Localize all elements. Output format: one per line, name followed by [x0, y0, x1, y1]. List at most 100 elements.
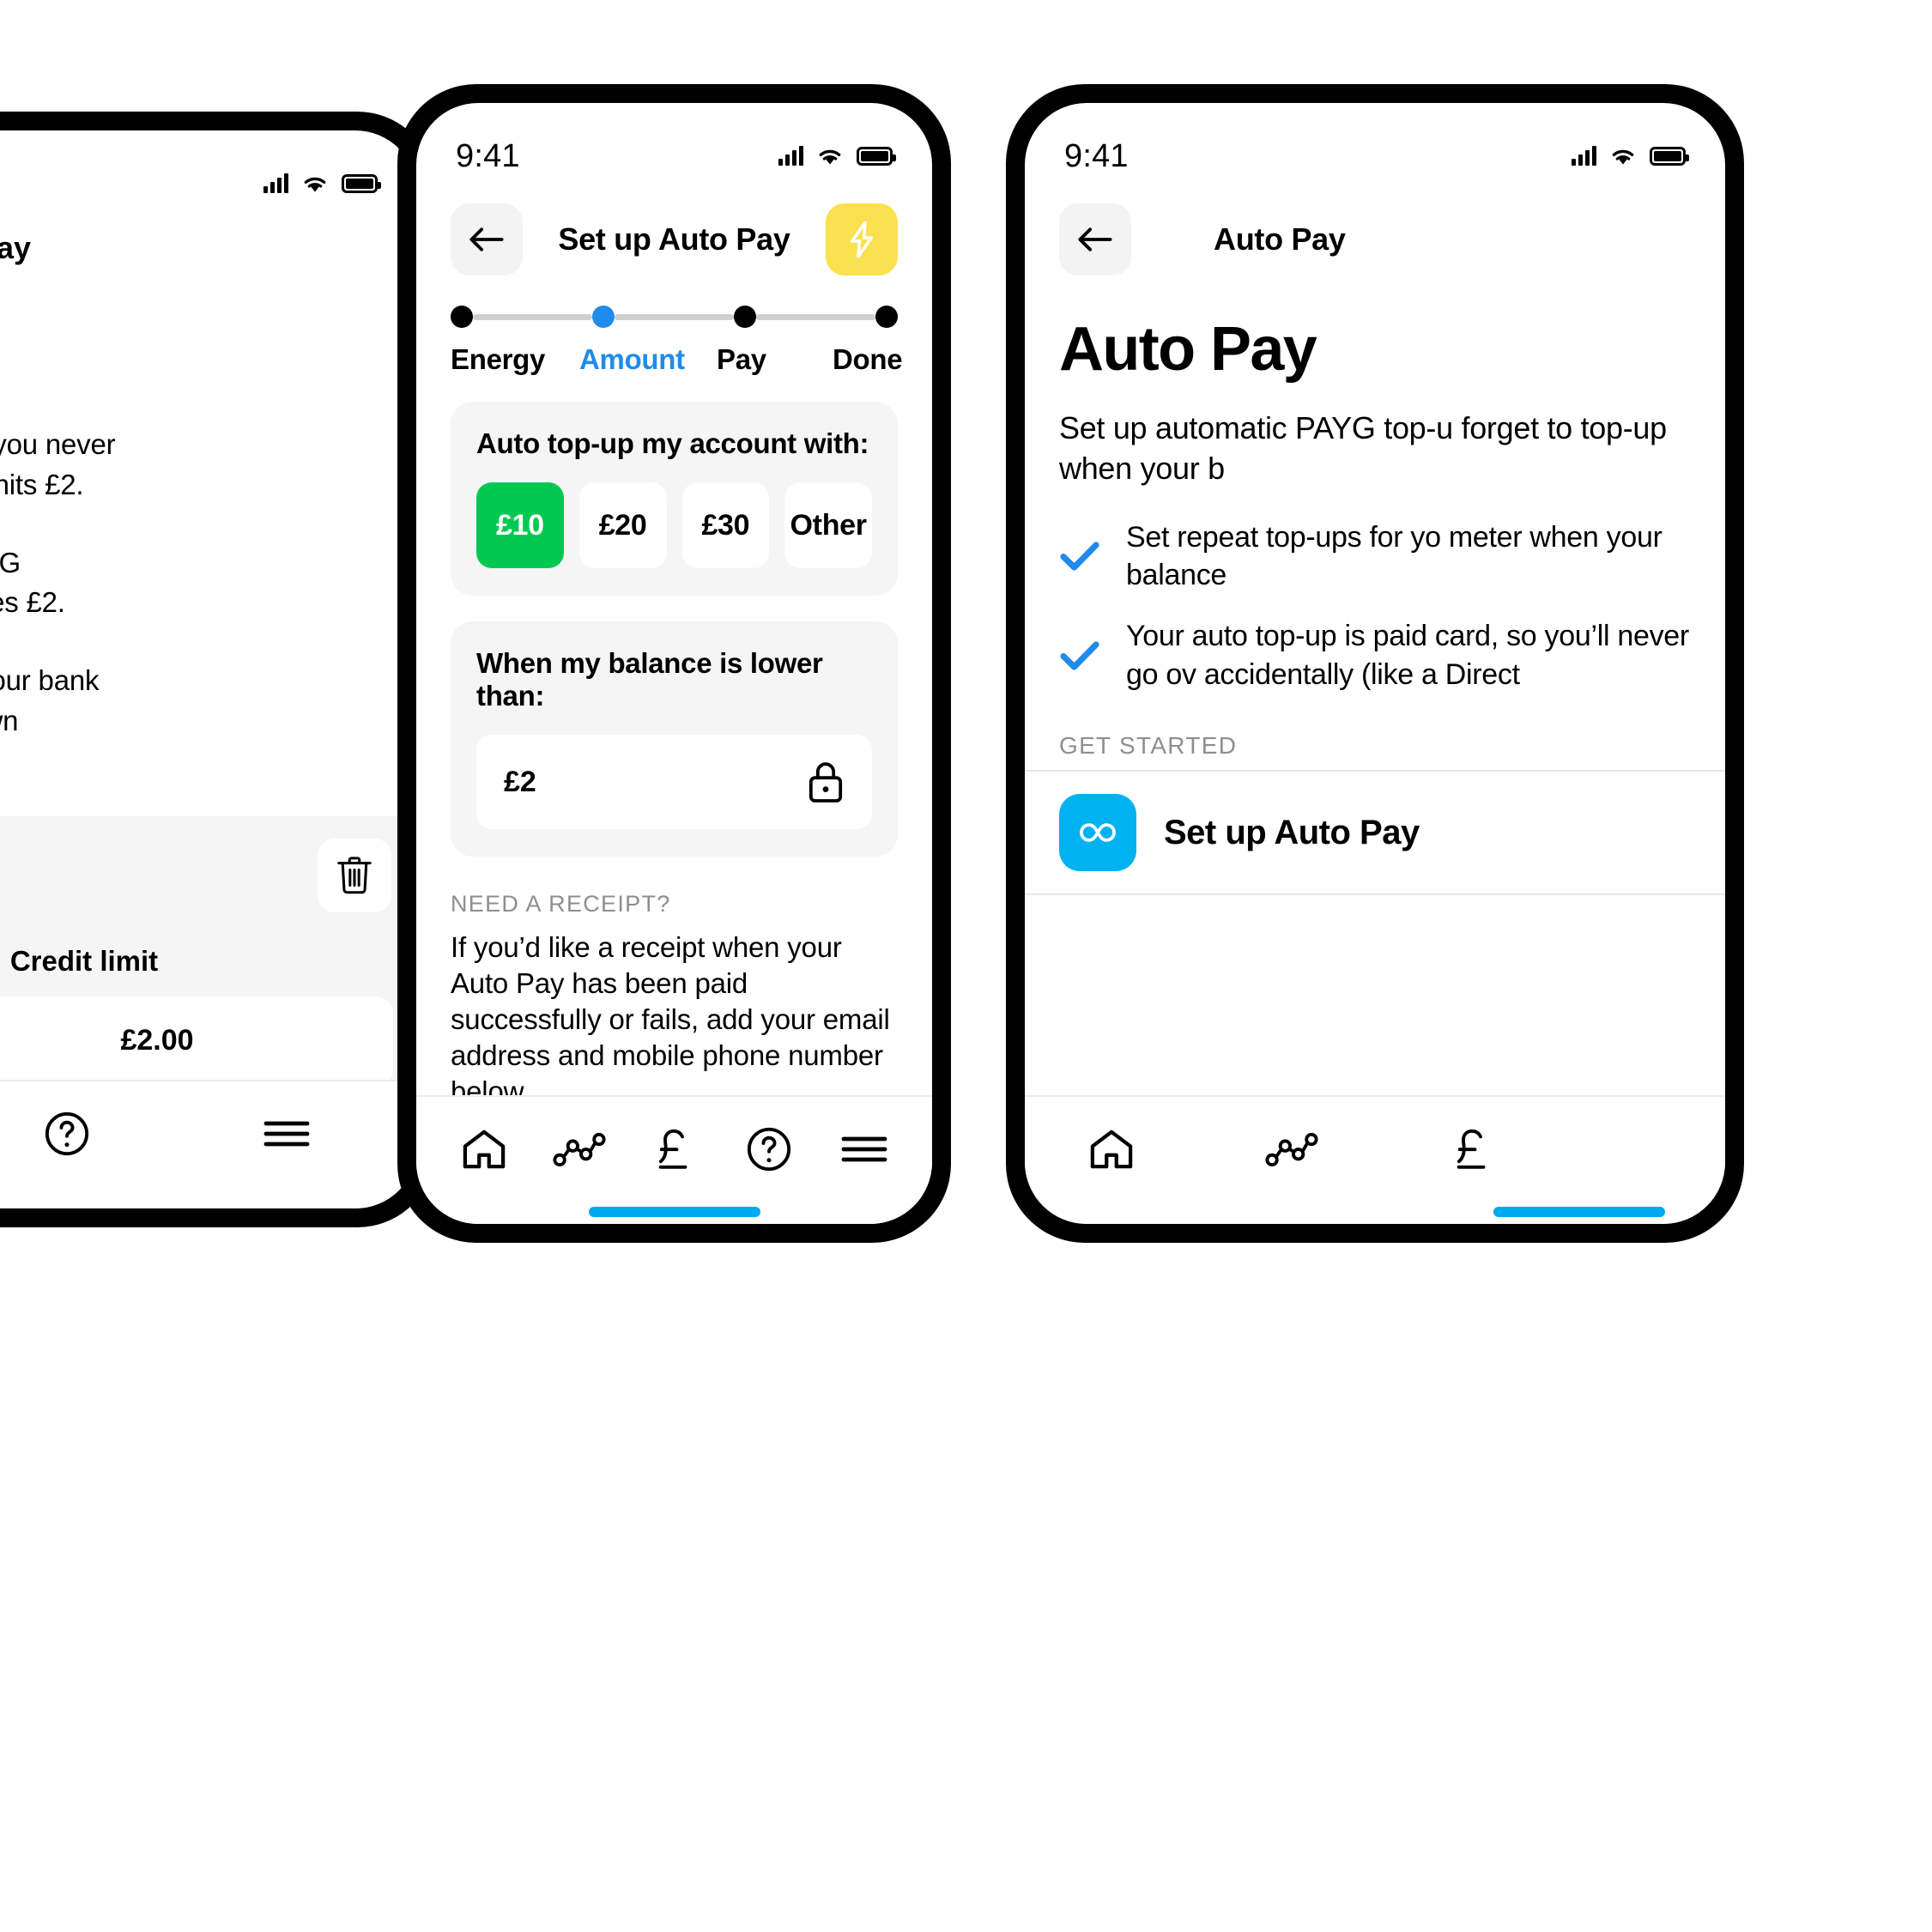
- lock-icon: [807, 760, 845, 804]
- tab-home[interactable]: [445, 1111, 523, 1188]
- tab-menu[interactable]: [248, 1095, 325, 1172]
- tab-help[interactable]: [28, 1095, 106, 1172]
- step-dot-pay[interactable]: [734, 306, 756, 328]
- phone-mockup-right: 9:41 Auto Pay Auto Pay Set up automatic …: [1006, 84, 1744, 1243]
- tab-usage[interactable]: [541, 1111, 618, 1188]
- benefits-list: Set repeat top-ups for yo meter when you…: [1025, 489, 1725, 695]
- amount-option-30[interactable]: £30: [681, 482, 770, 568]
- home-icon: [461, 1128, 507, 1171]
- cellular-bars-icon: [1572, 146, 1596, 166]
- get-started-eyebrow: GET STARTED: [1059, 732, 1238, 760]
- step-label-pay: Pay: [717, 343, 766, 375]
- delete-button[interactable]: [318, 838, 391, 912]
- list-item-label: Your auto top-up is paid card, so you’ll…: [1126, 620, 1689, 692]
- auto-topup-amount-card: Auto top-up my account with: £10 £20 £30…: [451, 402, 898, 596]
- cellular-bars-icon: [263, 173, 288, 193]
- phone-right-screen: 9:41 Auto Pay Auto Pay Set up automatic …: [1025, 103, 1725, 1224]
- receipt-copy: If you’d like a receipt when your Auto P…: [451, 931, 890, 1107]
- wifi-icon: [300, 173, 330, 194]
- cellular-bars-icon: [778, 146, 803, 166]
- menu-icon: [840, 1132, 888, 1166]
- tab-bar-center: [416, 1095, 932, 1224]
- phone-left-screen: Auto Pay , c PAYG top-ups so you never w…: [0, 130, 417, 1208]
- auto-topup-title: Auto top-up my account with:: [476, 427, 869, 459]
- page-heading: Auto Pay: [1059, 315, 1317, 384]
- receipt-eyebrow: NEED A RECEIPT?: [451, 891, 671, 917]
- trash-icon: [335, 854, 374, 897]
- wifi-icon: [815, 146, 845, 167]
- status-icons: [1572, 146, 1689, 167]
- status-bar-left: [0, 130, 417, 208]
- phone-center-screen: 9:41 Set up Auto Pay Energy Amount Pay D…: [416, 103, 932, 1224]
- list-item: Set repeat top-ups for yo meter when you…: [1059, 518, 1691, 596]
- step-label-done: Done: [833, 343, 903, 375]
- tab-usage[interactable]: [1253, 1111, 1330, 1188]
- tab-bar-left: [0, 1080, 417, 1208]
- status-bar-center: 9:41: [416, 103, 932, 180]
- credit-limit-value-field[interactable]: £2.00: [0, 996, 393, 1086]
- left-body-copy: , c PAYG top-ups so you never when your …: [0, 427, 116, 737]
- list-item-label: Set repeat top-ups for yo meter when you…: [1126, 520, 1662, 592]
- tab-bar-right: [1025, 1095, 1725, 1224]
- tab-payments[interactable]: [1433, 1111, 1511, 1188]
- page-title-left: Auto Pay: [0, 230, 32, 265]
- tab-home[interactable]: [1073, 1111, 1150, 1188]
- set-up-auto-pay-row[interactable]: Set up Auto Pay: [1025, 770, 1725, 896]
- arrow-left-icon: [1076, 225, 1114, 254]
- home-indicator[interactable]: [588, 1207, 760, 1217]
- battery-icon: [342, 174, 381, 193]
- nav-bar-right: Auto Pay: [1025, 180, 1725, 276]
- tab-menu[interactable]: [826, 1111, 903, 1188]
- step-line-1: [473, 313, 592, 320]
- arrow-left-icon: [468, 225, 506, 254]
- usage-graph-icon: [553, 1131, 606, 1167]
- credit-limit-label: Credit limit: [9, 944, 159, 977]
- credit-limit-inputs: £2.00: [0, 996, 393, 1086]
- tab-help[interactable]: [730, 1111, 808, 1188]
- amount-option-20[interactable]: £20: [578, 482, 667, 568]
- page-title: Auto Pay: [1214, 221, 1346, 257]
- step-dot-done[interactable]: [875, 306, 898, 328]
- home-indicator[interactable]: [1493, 1207, 1665, 1217]
- step-label-energy: Energy: [451, 343, 546, 375]
- status-icons: [263, 173, 381, 194]
- page-intro: Set up automatic PAYG top-u forget to to…: [1059, 410, 1667, 486]
- step-label-amount: Amount: [579, 343, 685, 375]
- phone-mockup-center: 9:41 Set up Auto Pay Energy Amount Pay D…: [397, 84, 951, 1243]
- question-circle-icon: [44, 1111, 90, 1157]
- step-line-2: [615, 313, 734, 320]
- back-button[interactable]: [451, 203, 523, 276]
- balance-threshold-card: When my balance is lower than: £2: [451, 621, 898, 857]
- setup-stepper: Energy Amount Pay Done: [416, 276, 932, 376]
- usage-graph-icon: [1265, 1131, 1318, 1167]
- menu-icon: [263, 1117, 311, 1151]
- status-bar-right: 9:41: [1025, 103, 1725, 180]
- amount-option-10[interactable]: £10: [476, 482, 564, 568]
- amount-option-other[interactable]: Other: [784, 482, 872, 568]
- stepper-labels: Energy Amount Pay Done: [451, 343, 903, 376]
- lightning-bolt-icon: [847, 220, 876, 259]
- status-time: 9:41: [456, 137, 520, 174]
- battery-icon: [857, 147, 896, 166]
- screenshot-stage: Auto Pay , c PAYG top-ups so you never w…: [0, 0, 1932, 1932]
- back-button[interactable]: [1059, 203, 1131, 276]
- boost-button[interactable]: [826, 203, 898, 276]
- home-icon: [1088, 1128, 1135, 1171]
- list-item: Your auto top-up is paid card, so you’ll…: [1059, 617, 1691, 694]
- check-icon: [1059, 639, 1100, 672]
- stepper-track: [451, 306, 898, 328]
- set-up-auto-pay-label: Set up Auto Pay: [1164, 813, 1420, 851]
- step-line-3: [756, 313, 875, 320]
- pound-icon: [652, 1126, 695, 1172]
- wifi-icon: [1608, 146, 1638, 167]
- status-icons: [778, 146, 896, 167]
- amount-options: £10 £20 £30 Other: [476, 482, 872, 568]
- phone-mockup-left: Auto Pay , c PAYG top-ups so you never w…: [0, 112, 436, 1227]
- tab-payments[interactable]: [635, 1111, 712, 1188]
- balance-threshold-field: £2: [476, 735, 872, 829]
- step-dot-amount[interactable]: [592, 306, 615, 328]
- check-icon: [1059, 540, 1100, 572]
- battery-icon: [1650, 147, 1689, 166]
- infinity-icon: [1059, 794, 1136, 872]
- step-dot-energy[interactable]: [451, 306, 473, 328]
